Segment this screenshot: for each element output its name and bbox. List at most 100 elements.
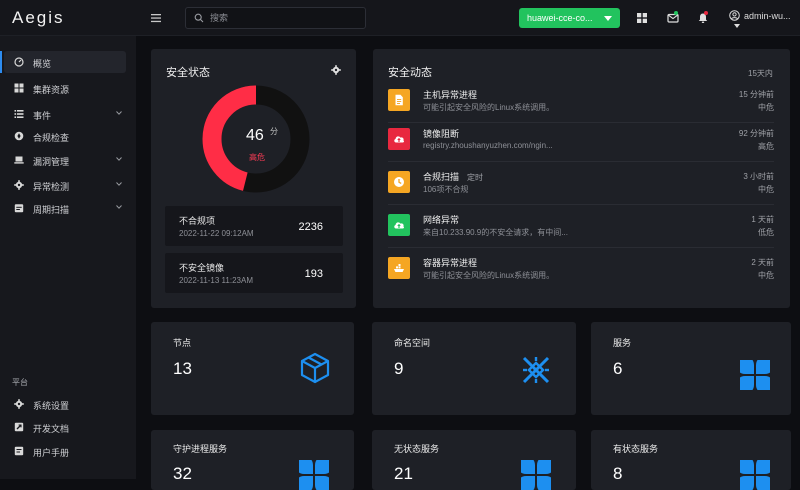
event-time: 3 小时前 bbox=[743, 172, 774, 181]
summary-date: 2022-11-13 11:23AM bbox=[179, 276, 253, 285]
stat-title: 有状态服务 bbox=[613, 444, 659, 454]
stat-card-stateful-services[interactable]: 有状态服务 8 bbox=[591, 430, 791, 490]
event-title-text: 镜像阻断 bbox=[423, 129, 460, 139]
noncompliance-summary[interactable]: 不合规项 2022-11-22 09:12AM 2236 bbox=[165, 206, 343, 246]
search-box bbox=[185, 7, 366, 29]
compass-icon bbox=[14, 131, 24, 141]
sidebar-item-vulnerabilities[interactable]: 漏洞管理 bbox=[4, 149, 126, 171]
event-title-text: 容器异常进程 bbox=[423, 258, 478, 268]
event-level: 高危 bbox=[758, 142, 774, 151]
sidebar-item-label: 合规检查 bbox=[33, 133, 70, 143]
event-level: 中危 bbox=[758, 271, 774, 280]
settings-gear-icon[interactable] bbox=[331, 65, 341, 75]
event-title-text: 主机异常进程 bbox=[423, 90, 478, 100]
book-icon bbox=[14, 446, 24, 456]
stat-value: 32 bbox=[173, 464, 192, 483]
event-time: 1 天前 bbox=[751, 215, 774, 224]
event-item[interactable]: 镜像阻断 registry.zhoushanyuzhen.com/ngin...… bbox=[388, 124, 774, 162]
event-item[interactable]: 主机异常进程 可能引起安全风险的Linux系统调用。 15 分钟前 中危 bbox=[388, 85, 774, 123]
cluster-name: huawei-cce-co... bbox=[527, 13, 593, 23]
search-input[interactable] bbox=[210, 10, 360, 26]
sidebar-item-system-settings[interactable]: 系统设置 bbox=[4, 393, 126, 415]
sidebar-item-user-manual[interactable]: 用户手册 bbox=[4, 440, 126, 462]
summary-value: 193 bbox=[304, 268, 323, 280]
sidebar-item-label: 集群资源 bbox=[33, 85, 70, 95]
stat-card-services[interactable]: 服务 6 bbox=[591, 322, 791, 415]
petals-icon bbox=[740, 360, 770, 390]
namespace-icon bbox=[522, 356, 550, 384]
event-level: 中危 bbox=[758, 103, 774, 112]
cluster-select[interactable]: huawei-cce-co... bbox=[519, 8, 620, 28]
user-menu[interactable]: admin-wu... bbox=[729, 10, 800, 31]
link-icon bbox=[14, 422, 24, 432]
stat-title: 命名空间 bbox=[394, 338, 431, 348]
event-item[interactable]: 合规扫描 定时 106项不合规 3 小时前 中危 bbox=[388, 167, 774, 205]
event-time: 15 分钟前 bbox=[738, 90, 774, 99]
sidebar-item-overview[interactable]: 概览 bbox=[0, 51, 126, 73]
clock-icon bbox=[394, 177, 404, 187]
petals-icon bbox=[299, 460, 329, 490]
event-description: 106项不合规 bbox=[423, 185, 469, 194]
chevron-down-icon bbox=[116, 205, 122, 209]
event-item[interactable]: 容器异常进程 可能引起安全风险的Linux系统调用。 2 天前 中危 bbox=[388, 253, 774, 291]
sidebar-item-anomaly-detection[interactable]: 异常检测 bbox=[4, 174, 126, 196]
sidebar-item-label: 概览 bbox=[33, 59, 52, 69]
event-item[interactable]: 网络异常 来自10.233.90.9的不安全请求，有中间... 1 天前 低危 bbox=[388, 210, 774, 248]
event-title: 合规扫描 定时 bbox=[423, 170, 483, 183]
stat-card-nodes[interactable]: 节点 13 bbox=[151, 322, 354, 415]
stat-title: 守护进程服务 bbox=[173, 444, 228, 454]
menu-toggle-icon[interactable] bbox=[148, 10, 164, 26]
laptop-icon bbox=[14, 156, 24, 164]
summary-value: 2236 bbox=[298, 221, 323, 233]
sidebar-item-events[interactable]: 事件 bbox=[4, 103, 126, 125]
event-description: 可能引起安全风险的Linux系统调用。 bbox=[423, 103, 555, 112]
sidebar-item-label: 漏洞管理 bbox=[33, 157, 70, 167]
event-title-text: 网络异常 bbox=[423, 215, 460, 225]
stat-card-daemon-services[interactable]: 守护进程服务 32 bbox=[151, 430, 354, 490]
bell-badge bbox=[704, 11, 708, 15]
stat-title: 服务 bbox=[613, 338, 632, 348]
calendar-icon bbox=[14, 204, 24, 213]
events-range: 15天内 bbox=[748, 69, 773, 78]
sidebar-item-dev-docs[interactable]: 开发文档 bbox=[4, 416, 126, 438]
event-icon-box bbox=[388, 257, 410, 279]
event-level: 中危 bbox=[758, 185, 774, 194]
sidebar-item-periodic-scan[interactable]: 周期扫描 bbox=[4, 197, 126, 219]
mail-badge bbox=[674, 11, 678, 15]
sidebar-item-label: 用户手册 bbox=[33, 448, 70, 458]
event-title: 主机异常进程 bbox=[423, 88, 485, 101]
dashboard-icon bbox=[14, 57, 24, 67]
stat-title: 节点 bbox=[173, 338, 192, 348]
stat-title: 无状态服务 bbox=[394, 444, 440, 454]
sidebar: 概览 集群资源 事件 合规检查 漏洞管理 异常检测 周期扫描 平台 系统设置 开… bbox=[0, 36, 136, 479]
event-description: registry.zhoushanyuzhen.com/ngin... bbox=[423, 141, 553, 150]
security-level: 高危 bbox=[249, 153, 265, 162]
event-icon-box bbox=[388, 128, 410, 150]
sidebar-item-label: 系统设置 bbox=[33, 401, 70, 411]
summary-title: 不合规项 bbox=[179, 216, 216, 226]
unsafe-images-summary[interactable]: 不安全镜像 2022-11-13 11:23AM 193 bbox=[165, 253, 343, 293]
document-icon bbox=[395, 94, 403, 106]
platform-section-label: 平台 bbox=[12, 378, 28, 387]
stat-value: 13 bbox=[173, 359, 192, 378]
top-bar: Aegis huawei-cce-co... admin-wu... bbox=[0, 0, 800, 36]
security-status-title: 安全状态 bbox=[166, 67, 210, 79]
event-title-text: 合规扫描 bbox=[423, 172, 460, 182]
petals-icon bbox=[521, 460, 551, 490]
stat-card-stateless-services[interactable]: 无状态服务 21 bbox=[372, 430, 576, 490]
app-logo[interactable]: Aegis bbox=[12, 8, 65, 28]
event-title: 镜像阻断 bbox=[423, 127, 467, 140]
settings-icon bbox=[14, 399, 24, 409]
cube-icon bbox=[300, 352, 330, 384]
apps-grid-icon[interactable] bbox=[636, 12, 648, 24]
summary-date: 2022-11-22 09:12AM bbox=[179, 229, 254, 238]
sidebar-item-compliance[interactable]: 合规检查 bbox=[4, 125, 126, 147]
stat-card-namespaces[interactable]: 命名空间 9 bbox=[372, 322, 576, 415]
grid-icon bbox=[14, 83, 24, 93]
caret-down-icon bbox=[604, 16, 612, 21]
summary-title: 不安全镜像 bbox=[179, 263, 225, 273]
stat-value: 9 bbox=[394, 359, 404, 378]
sidebar-item-cluster-resources[interactable]: 集群资源 bbox=[4, 77, 126, 99]
cloud-upload-icon bbox=[394, 222, 404, 229]
container-icon bbox=[394, 264, 404, 272]
